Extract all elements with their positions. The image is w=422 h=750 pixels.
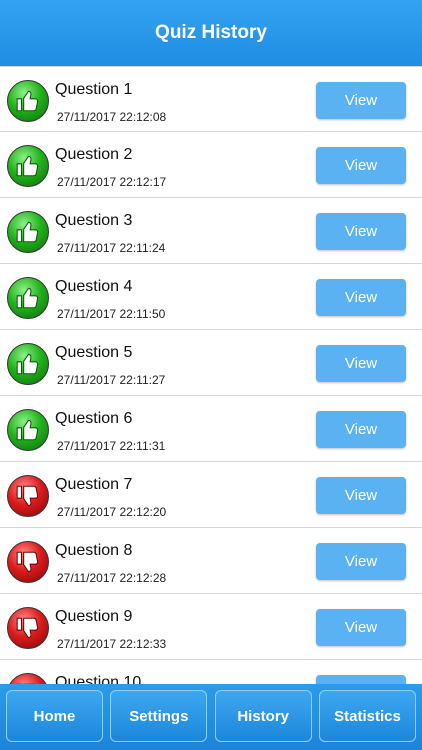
question-timestamp: 27/11/2017 22:12:33 bbox=[57, 637, 167, 651]
question-title: Question 3 bbox=[55, 212, 133, 229]
view-button[interactable]: View bbox=[316, 82, 406, 119]
list-item: Question 10 View bbox=[0, 660, 422, 684]
question-timestamp: 27/11/2017 22:12:20 bbox=[57, 505, 167, 519]
question-title: Question 5 bbox=[55, 344, 133, 361]
view-button[interactable]: View bbox=[316, 477, 406, 514]
view-button[interactable]: View bbox=[316, 411, 406, 448]
thumbs-down-icon bbox=[7, 541, 49, 583]
view-button[interactable]: View bbox=[316, 147, 406, 184]
thumbs-down-icon bbox=[7, 607, 49, 649]
tab-statistics[interactable]: Statistics bbox=[318, 690, 416, 742]
question-title: Question 8 bbox=[55, 542, 133, 559]
view-button[interactable]: View bbox=[316, 543, 406, 580]
question-timestamp: 27/11/2017 22:11:50 bbox=[57, 307, 166, 321]
bottom-tab-bar: Home Settings History Statistics bbox=[0, 684, 422, 750]
question-title: Question 10 bbox=[55, 674, 142, 684]
question-timestamp: 27/11/2017 22:12:28 bbox=[57, 571, 167, 585]
list-item: Question 2 27/11/2017 22:12:17 View bbox=[0, 132, 422, 198]
thumbs-down-icon bbox=[7, 673, 49, 684]
question-title: Question 4 bbox=[55, 278, 133, 295]
question-timestamp: 27/11/2017 22:11:24 bbox=[57, 241, 166, 255]
question-title: Question 6 bbox=[55, 410, 133, 427]
thumbs-up-icon bbox=[7, 80, 49, 122]
view-button[interactable]: View bbox=[316, 609, 406, 646]
list-item: Question 7 27/11/2017 22:12:20 View bbox=[0, 462, 422, 528]
question-timestamp: 27/11/2017 22:12:17 bbox=[57, 175, 167, 189]
question-timestamp: 27/11/2017 22:11:27 bbox=[57, 373, 166, 387]
question-title: Question 7 bbox=[55, 476, 133, 493]
tab-home[interactable]: Home bbox=[6, 690, 103, 742]
list-item: Question 6 27/11/2017 22:11:31 View bbox=[0, 396, 422, 462]
question-title: Question 9 bbox=[55, 608, 133, 625]
list-item: Question 4 27/11/2017 22:11:50 View bbox=[0, 264, 422, 330]
list-item: Question 1 27/11/2017 22:12:08 View bbox=[0, 66, 422, 132]
question-title: Question 1 bbox=[55, 81, 133, 98]
thumbs-up-icon bbox=[7, 145, 49, 187]
page-title: Quiz History bbox=[155, 22, 267, 43]
list-item: Question 5 27/11/2017 22:11:27 View bbox=[0, 330, 422, 396]
question-timestamp: 27/11/2017 22:11:31 bbox=[57, 439, 166, 453]
question-title: Question 2 bbox=[55, 146, 133, 163]
view-button[interactable]: View bbox=[316, 675, 406, 684]
thumbs-down-icon bbox=[7, 475, 49, 517]
tab-settings[interactable]: Settings bbox=[110, 690, 208, 742]
question-timestamp: 27/11/2017 22:12:08 bbox=[57, 110, 167, 124]
list-item: Question 9 27/11/2017 22:12:33 View bbox=[0, 594, 422, 660]
tab-history[interactable]: History bbox=[214, 690, 312, 742]
thumbs-up-icon bbox=[7, 211, 49, 253]
list-item: Question 3 27/11/2017 22:11:24 View bbox=[0, 198, 422, 264]
list-item: Question 8 27/11/2017 22:12:28 View bbox=[0, 528, 422, 594]
quiz-history-list[interactable]: Question 1 27/11/2017 22:12:08 View Ques… bbox=[0, 66, 422, 684]
thumbs-up-icon bbox=[7, 277, 49, 319]
thumbs-up-icon bbox=[7, 409, 49, 451]
view-button[interactable]: View bbox=[316, 279, 406, 316]
view-button[interactable]: View bbox=[316, 345, 406, 382]
nav-header: Quiz History bbox=[0, 0, 422, 66]
thumbs-up-icon bbox=[7, 343, 49, 385]
view-button[interactable]: View bbox=[316, 213, 406, 250]
